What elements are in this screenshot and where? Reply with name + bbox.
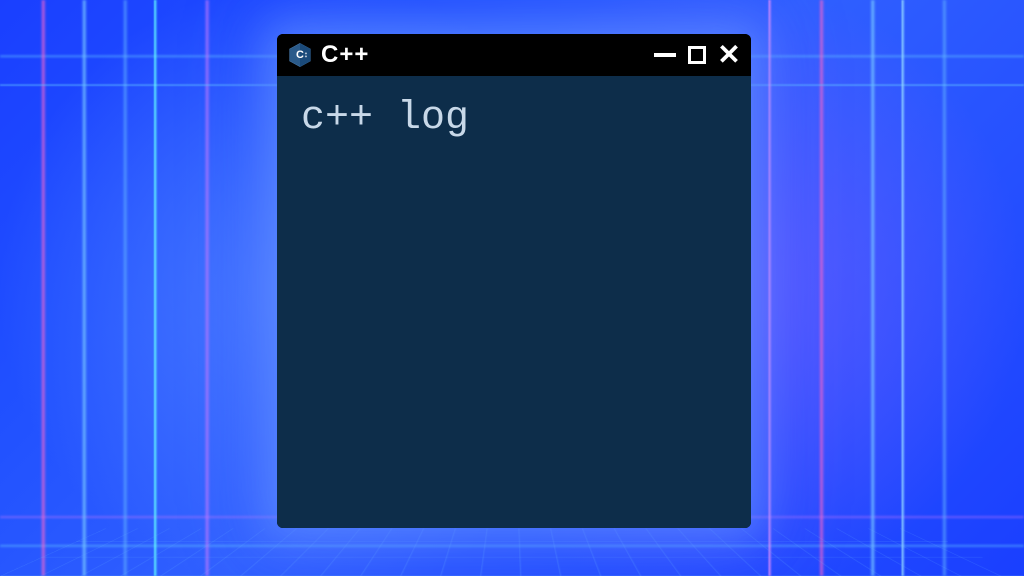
minimize-icon — [654, 53, 676, 57]
cpp-icon: C + + — [287, 42, 313, 68]
close-button[interactable]: ✕ — [717, 43, 741, 67]
close-icon: ✕ — [717, 41, 740, 69]
minimize-button[interactable] — [653, 43, 677, 67]
maximize-icon — [688, 46, 706, 64]
floor-grid — [0, 528, 1024, 576]
svg-text:C: C — [296, 49, 304, 61]
terminal-body[interactable]: c++ log — [277, 76, 751, 528]
terminal-output: c++ log — [301, 96, 727, 141]
window-controls: ✕ — [653, 43, 741, 67]
terminal-window: C + + C++ ✕ c++ log — [277, 34, 751, 528]
window-titlebar[interactable]: C + + C++ ✕ — [277, 34, 751, 76]
maximize-button[interactable] — [685, 43, 709, 67]
window-title: C++ — [321, 41, 369, 69]
